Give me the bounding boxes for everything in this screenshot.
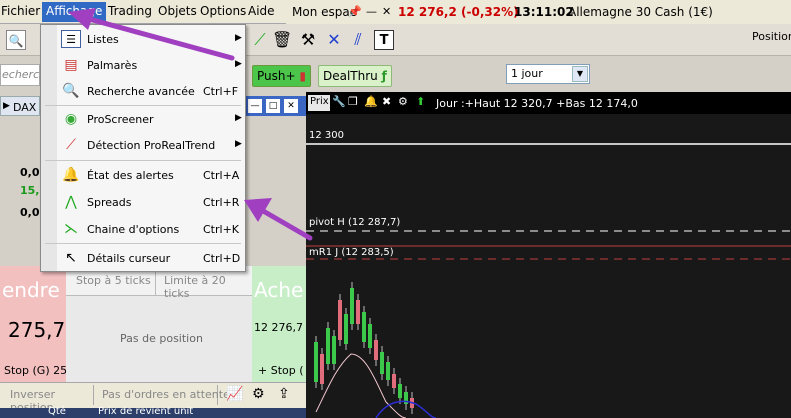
annotation-arrow-menu <box>75 13 235 61</box>
annotation-overlay <box>68 8 313 241</box>
annotation-arrow-spreads <box>255 205 313 241</box>
arrow-head-icon <box>244 198 272 222</box>
arrow-head-icon <box>68 8 96 30</box>
